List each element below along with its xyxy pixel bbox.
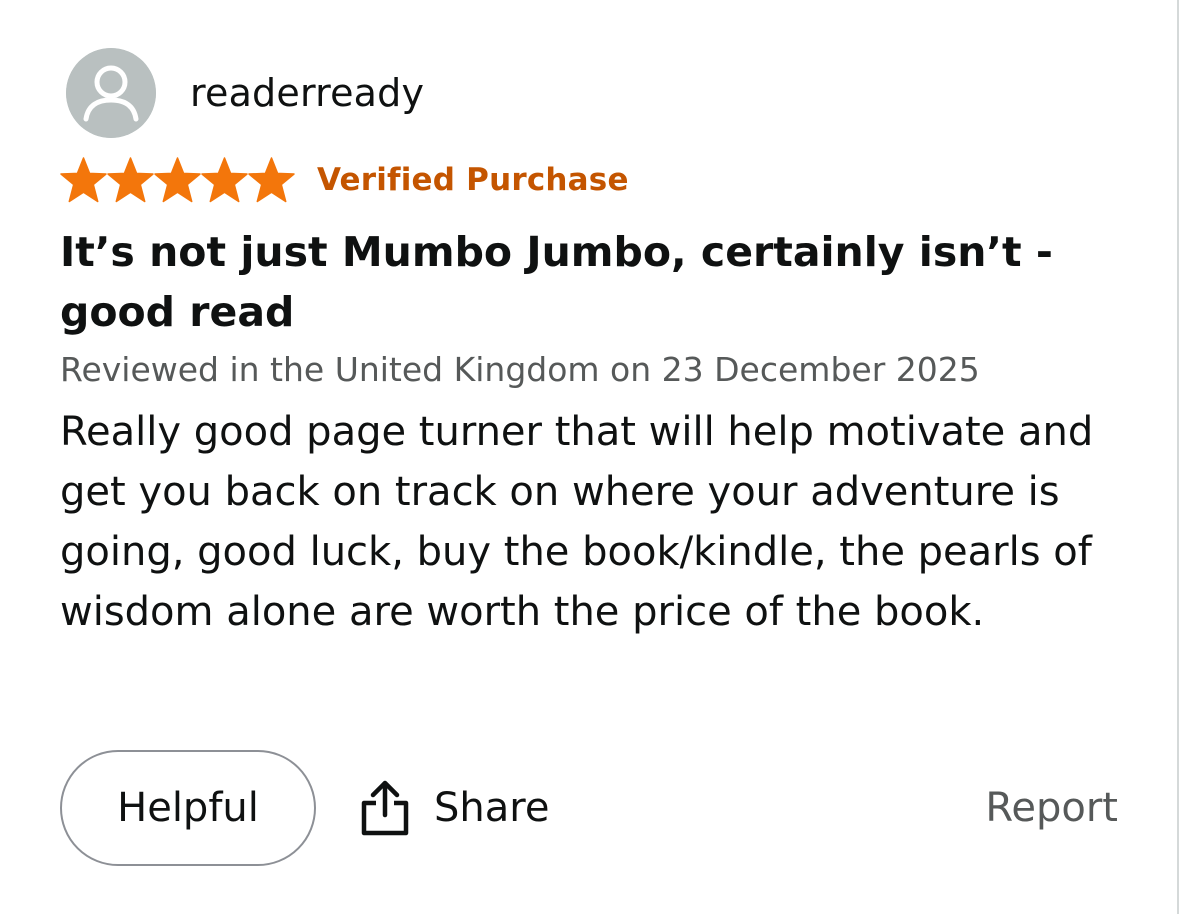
share-button[interactable]: Share bbox=[358, 750, 549, 866]
reviewer-profile[interactable]: readerready bbox=[66, 48, 424, 138]
verified-purchase-badge[interactable]: Verified Purchase bbox=[317, 162, 629, 198]
avatar bbox=[66, 48, 156, 138]
star-icon bbox=[154, 157, 201, 203]
star-icon bbox=[107, 157, 154, 203]
share-label: Share bbox=[434, 785, 550, 831]
star-icon bbox=[248, 157, 295, 203]
star-icon bbox=[201, 157, 248, 203]
user-avatar-icon bbox=[66, 48, 156, 138]
review-actions: Helpful Share Report bbox=[60, 750, 1118, 866]
star-icon bbox=[60, 157, 107, 203]
reviewer-name[interactable]: readerready bbox=[190, 71, 424, 115]
report-link[interactable]: Report bbox=[985, 750, 1118, 866]
helpful-button[interactable]: Helpful bbox=[60, 750, 316, 866]
review-meta: Reviewed in the United Kingdom on 23 Dec… bbox=[60, 350, 980, 389]
review-body: Really good page turner that will help m… bbox=[60, 409, 1094, 635]
review-title[interactable]: It’s not just Mumbo Jumbo, certainly isn… bbox=[60, 222, 1120, 342]
review-card: readerready Verified Purchase It’s not j… bbox=[0, 0, 1179, 914]
share-icon bbox=[358, 779, 412, 837]
star-rating[interactable] bbox=[60, 157, 295, 203]
rating-row: Verified Purchase bbox=[60, 156, 629, 204]
